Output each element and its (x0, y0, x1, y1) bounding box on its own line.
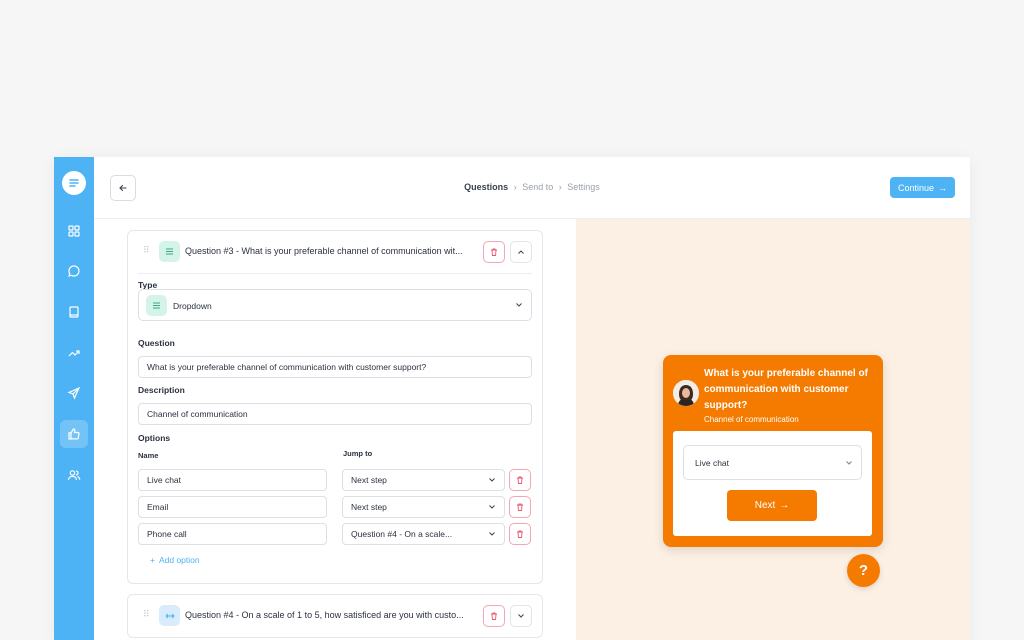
step-separator: › (513, 182, 517, 192)
question-title: Question #3 - What is your preferable ch… (185, 246, 463, 256)
option-name-input[interactable]: Phone call (138, 523, 327, 545)
trash-icon (491, 248, 497, 256)
drag-handle-icon[interactable]: ⠿ (143, 610, 151, 619)
delete-option-button[interactable] (509, 496, 531, 518)
scale-icon (159, 605, 180, 626)
chevron-down-icon (489, 478, 495, 482)
jump-to-select[interactable]: Next step (342, 496, 505, 518)
sidebar (54, 157, 94, 640)
jump-to-value: Next step (351, 475, 387, 485)
avatar (673, 380, 699, 406)
thumbs-up-icon[interactable] (60, 420, 88, 448)
delete-option-button[interactable] (509, 523, 531, 545)
list-icon (159, 241, 180, 262)
step-settings[interactable]: Settings (567, 182, 600, 192)
question-title: Question #4 - On a scale of 1 to 5, how … (185, 610, 464, 620)
question-header[interactable]: ⠿ Question #4 - On a scale of 1 to 5, ho… (128, 595, 542, 637)
trash-icon (491, 612, 497, 620)
type-select[interactable]: Dropdown (138, 289, 532, 321)
dashboard-icon[interactable] (60, 217, 88, 245)
app-window: Questions › Send to › Settings Continue … (54, 157, 970, 640)
option-name-input[interactable]: Live chat (138, 469, 327, 491)
preview-dropdown[interactable]: Live chat (683, 445, 862, 480)
chat-icon[interactable] (60, 257, 88, 285)
chevron-down-icon (846, 460, 852, 465)
jump-to-select[interactable]: Question #4 - On a scale... (342, 523, 505, 545)
chevron-down-icon (489, 505, 495, 509)
expand-button[interactable] (510, 605, 532, 627)
question-editor: ⠿ Question #3 - What is your preferable … (94, 219, 576, 640)
preview-body: Live chat Next → (673, 431, 872, 536)
app-logo-icon[interactable] (62, 171, 86, 195)
delete-question-button[interactable] (483, 241, 505, 263)
next-button[interactable]: Next → (727, 490, 817, 521)
preview-description: Channel of communication (704, 415, 799, 424)
survey-preview: What is your preferable channel of commu… (576, 219, 970, 640)
add-option-button[interactable]: + Add option (150, 555, 200, 565)
continue-label: Continue (897, 182, 935, 193)
question-input[interactable]: What is your preferable channel of commu… (138, 356, 532, 378)
jump-to-value: Next step (351, 502, 387, 512)
divider (138, 273, 532, 274)
options-label: Options (138, 433, 171, 443)
delete-question-button[interactable] (483, 605, 505, 627)
list-icon (146, 295, 167, 316)
book-icon[interactable] (60, 298, 88, 326)
trash-icon (517, 476, 523, 484)
preview-question: What is your preferable channel of commu… (704, 368, 868, 411)
chevron-down-icon (518, 614, 524, 618)
jump-to-select[interactable]: Next step (342, 469, 505, 491)
trash-icon (517, 503, 523, 511)
users-icon[interactable] (60, 461, 88, 489)
option-name-input[interactable]: Email (138, 496, 327, 518)
trending-icon[interactable] (60, 339, 88, 367)
send-icon[interactable] (60, 379, 88, 407)
question-card: ⠿ Question #4 - On a scale of 1 to 5, ho… (127, 594, 543, 638)
name-column-label: Name (138, 451, 159, 460)
plus-icon: + (150, 555, 155, 565)
collapse-button[interactable] (510, 241, 532, 263)
question-header[interactable]: ⠿ Question #3 - What is your preferable … (128, 231, 542, 273)
survey-widget: What is your preferable channel of commu… (663, 355, 883, 547)
step-separator: › (558, 182, 562, 192)
next-label: Next (754, 500, 776, 511)
question-label: Question (138, 338, 175, 348)
add-option-label: Add option (158, 555, 200, 565)
jump-to-value: Question #4 - On a scale... (351, 529, 453, 539)
step-send-to[interactable]: Send to (522, 182, 553, 192)
trash-icon (517, 530, 523, 538)
description-label: Description (138, 385, 185, 395)
help-button[interactable]: ? (847, 554, 880, 587)
chevron-up-icon (518, 250, 524, 254)
question-card: ⠿ Question #3 - What is your preferable … (127, 230, 543, 584)
drag-handle-icon[interactable]: ⠿ (143, 246, 151, 255)
breadcrumb: Questions › Send to › Settings (94, 182, 970, 192)
description-input[interactable]: Channel of communication (138, 403, 532, 425)
delete-option-button[interactable] (509, 469, 531, 491)
type-value: Dropdown (173, 301, 212, 311)
preview-dropdown-value: Live chat (695, 457, 730, 468)
arrow-right-icon: → (779, 500, 790, 511)
chevron-down-icon (516, 303, 522, 307)
arrow-right-icon: → (938, 182, 948, 193)
jump-to-column-label: Jump to (343, 449, 373, 458)
chevron-down-icon (489, 532, 495, 536)
top-bar: Questions › Send to › Settings Continue … (94, 157, 970, 219)
continue-button[interactable]: Continue → (890, 177, 955, 198)
step-questions[interactable]: Questions (464, 182, 508, 192)
